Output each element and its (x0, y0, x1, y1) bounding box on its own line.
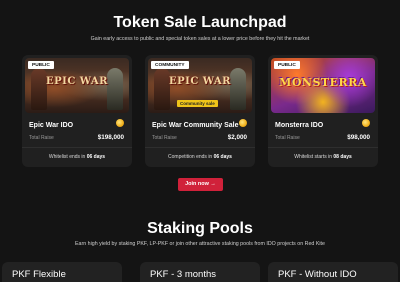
pool-card-pkf-without-ido[interactable]: PKF - Without IDO (268, 262, 398, 282)
status-text: Competition ends in (168, 154, 214, 160)
pool-name: PKF Flexible (12, 269, 66, 280)
total-raise-value: $98,000 (347, 134, 370, 141)
status-countdown: 08 days (333, 154, 352, 160)
sale-type-badge: COMMUNITY (151, 61, 189, 69)
coin-icon (239, 119, 247, 127)
status-countdown: 06 days (213, 154, 232, 160)
ido-card-epic-war-community[interactable]: EPIC WAR Community sale COMMUNITY Epic W… (145, 55, 255, 167)
project-logo: EPIC WAR (169, 76, 231, 87)
ido-card-monsterra[interactable]: MONSTERRA PUBLIC Monsterra IDO Total Rai… (268, 55, 378, 167)
total-raise-value: $198,000 (97, 134, 124, 141)
project-name: Epic War Community Sale (152, 122, 239, 129)
sale-status: Competition ends in 06 days (145, 154, 255, 160)
total-raise-label: Total Raise (152, 135, 177, 141)
status-text: Whitelist starts in (294, 154, 334, 160)
project-logo: MONSTERRA (279, 76, 367, 89)
project-name: Monsterra IDO (275, 122, 324, 129)
sale-type-badge: PUBLIC (274, 61, 300, 69)
coin-icon (116, 119, 124, 127)
ido-card-epic-war[interactable]: EPIC WAR PUBLIC Epic War IDO Total Raise… (22, 55, 132, 167)
pool-card-pkf-3-months[interactable]: PKF - 3 months (140, 262, 260, 282)
sale-status: Whitelist starts in 08 days (268, 154, 378, 160)
project-banner: EPIC WAR PUBLIC (25, 58, 129, 113)
character-image (107, 68, 123, 110)
ido-card-list: EPIC WAR PUBLIC Epic War IDO Total Raise… (22, 55, 378, 167)
status-text: Whitelist ends in (48, 154, 87, 160)
project-name: Epic War IDO (29, 122, 74, 129)
pool-name: PKF - 3 months (150, 269, 216, 280)
launchpad-subtitle: Gain early access to public and special … (90, 36, 310, 42)
project-logo: EPIC WAR (46, 76, 108, 87)
launchpad-title: Token Sale Launchpad (113, 14, 287, 31)
card-divider (145, 147, 255, 148)
character-image (230, 68, 246, 110)
total-raise-label: Total Raise (29, 135, 54, 141)
total-raise-label: Total Raise (275, 135, 300, 141)
card-divider (268, 147, 378, 148)
pool-card-pkf-flexible[interactable]: PKF Flexible (2, 262, 122, 282)
character-image (154, 68, 170, 110)
status-countdown: 06 days (86, 154, 106, 160)
community-sale-tag: Community sale (177, 100, 218, 107)
total-raise-value: $2,000 (227, 134, 247, 141)
join-now-button[interactable]: Join now → (178, 178, 223, 191)
sale-status: Whitelist ends in 06 days (22, 154, 132, 160)
card-divider (22, 147, 132, 148)
coin-icon (362, 119, 370, 127)
character-image (31, 68, 47, 110)
staking-title: Staking Pools (147, 220, 253, 237)
project-banner: EPIC WAR Community sale COMMUNITY (148, 58, 252, 113)
pool-name: PKF - Without IDO (278, 269, 357, 280)
sale-type-badge: PUBLIC (28, 61, 54, 69)
staking-subtitle: Earn high yield by staking PKF, LP-PKF o… (75, 241, 325, 247)
project-banner: MONSTERRA PUBLIC (271, 58, 375, 113)
